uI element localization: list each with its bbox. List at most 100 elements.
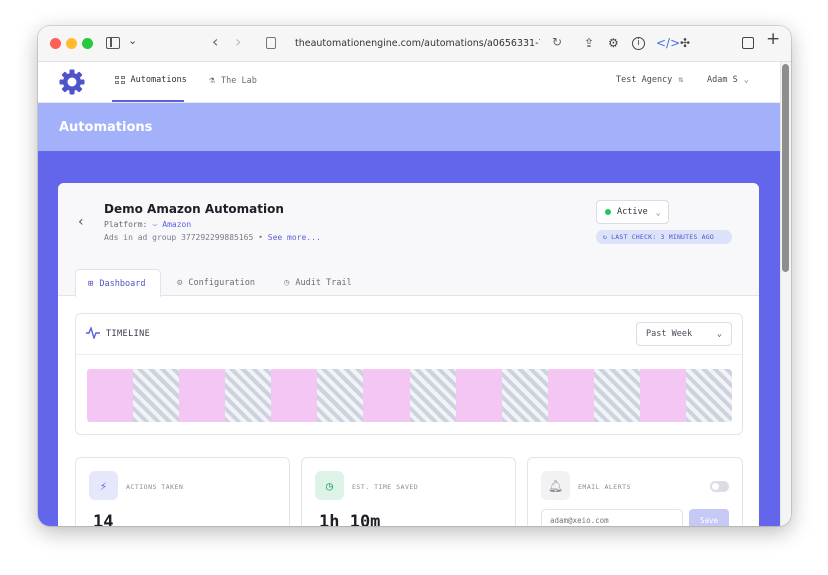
code-icon[interactable]: </> [656,35,680,51]
minimize-window-button[interactable] [66,38,77,49]
nav-tab-automations[interactable]: Automations [115,75,187,85]
timeline-segment-idle[interactable] [225,369,271,422]
automation-card: ‹ Demo Amazon Automation Platform: ⌣ Ama… [58,183,759,526]
see-more-link[interactable]: See more... [268,233,321,242]
info-icon[interactable]: i [632,37,645,50]
timeline-title: TIMELINE [106,329,151,339]
timeline-segment-active[interactable] [271,369,317,422]
gear-icon: ⚙ [177,277,183,288]
agency-name: Test Agency [616,75,673,85]
tab-label: Dashboard [99,278,146,289]
user-name: Adam S [707,75,738,85]
ad-group-text: Ads in ad group 377292299885165 • [104,233,263,242]
user-menu[interactable]: Adam S ⌄ [707,75,749,85]
gear-logo-icon[interactable] [58,68,86,96]
timeline-header: TIMELINE Past Week ⌄ [76,314,742,355]
tab-label: Configuration [188,277,255,288]
nav-tab-label: Automations [130,75,187,85]
sidebar-icon [106,37,120,49]
platform-line: Platform: ⌣ Amazon [104,220,191,230]
save-email-button[interactable]: Save [689,509,729,526]
timeline-segment-active[interactable] [179,369,225,422]
automation-title: Demo Amazon Automation [104,202,284,216]
time-range-value: Past Week [646,329,693,339]
time-saved-label: EST. TIME SAVED [352,483,419,491]
dashboard-grid-icon: ⊞ [88,278,94,289]
time-saved-card: ◷ EST. TIME SAVED 1h 10m [301,457,516,526]
forward-button[interactable]: › [235,32,241,52]
timeline-segment-idle[interactable] [133,369,179,422]
email-alerts-card: 🔔︎ EMAIL ALERTS Save [527,457,743,526]
share-icon[interactable]: ⇪ [584,35,594,51]
sidebar-toggle-button[interactable]: ⌄ [106,34,142,52]
grid-icon [115,76,125,84]
last-check-badge: ↻ LAST CHECK: 3 MINUTES AGO [596,230,732,244]
refresh-icon: ↻ [603,233,608,241]
status-select[interactable]: Active ⌄ [596,200,669,224]
bell-icon: 🔔︎ [541,471,570,500]
timeline-segment-idle[interactable] [686,369,732,422]
amazon-icon: ⌣ [152,220,158,229]
url-text: theautomationengine.com/automations/a065… [295,37,540,49]
zoom-window-button[interactable] [82,38,93,49]
page-icon [266,37,276,49]
tab-label: Audit Trail [295,277,352,288]
nav-tab-the-lab[interactable]: ⚗ The Lab [209,75,257,86]
status-dot [605,209,611,215]
timeline-segment-active[interactable] [363,369,410,422]
platform-label: Platform: [104,220,148,229]
tab-audit-trail[interactable]: ◷ Audit Trail [272,269,364,296]
actions-taken-label: ACTIONS TAKEN [126,483,184,491]
timeline-segment-idle[interactable] [502,369,548,422]
tab-dashboard[interactable]: ⊞ Dashboard [75,269,161,297]
actions-taken-card: ⚡ ACTIONS TAKEN 14 [75,457,290,526]
timeline-segment-idle[interactable] [317,369,363,422]
chevron-down-icon: ⌄ [128,34,138,47]
email-input[interactable] [541,509,683,526]
back-chevron-icon[interactable]: ‹ [78,214,84,230]
chevron-down-icon: ⌄ [655,207,661,217]
chevron-down-icon: ⌄ [743,75,749,85]
time-saved-value: 1h 10m [319,512,381,526]
timeline-segment-active[interactable] [456,369,502,422]
timeline-panel: TIMELINE Past Week ⌄ [75,313,743,435]
timeline-segment-idle[interactable] [410,369,456,422]
email-alerts-toggle[interactable] [710,481,729,492]
platform-value: Amazon [162,220,192,229]
tab-configuration[interactable]: ⚙ Configuration [165,269,267,296]
chevron-down-icon: ⌄ [716,329,722,339]
page-hero: Automations [38,103,780,151]
last-check-text: LAST CHECK: 3 MINUTES AGO [611,233,714,241]
sort-icon: ⇅ [678,75,684,85]
new-tab-icon[interactable]: + [766,31,780,48]
scrollbar-thumb[interactable] [782,64,789,272]
active-nav-indicator [112,100,184,102]
browser-toolbar: ⌄ ‹ › theautomationengine.com/automation… [38,26,791,62]
gear-icon[interactable]: ⚙ [608,35,619,51]
extension-icon[interactable]: ✣ [680,35,690,51]
address-bar[interactable]: theautomationengine.com/automations/a065… [258,31,568,55]
flask-icon: ⚗ [209,75,216,86]
nav-tab-label: The Lab [221,75,257,86]
bolt-icon: ⚡ [89,471,118,500]
agency-selector[interactable]: Test Agency ⇅ [616,75,683,85]
close-window-button[interactable] [50,38,61,49]
timeline-segment-active[interactable] [640,369,686,422]
history-icon: ◷ [284,277,290,288]
pulse-icon [86,327,100,339]
page-title: Automations [59,120,153,135]
tab-overview-icon[interactable] [742,37,754,49]
reload-icon[interactable]: ↻ [552,35,562,49]
timeline-segment-active[interactable] [548,369,594,422]
ad-group-line: Ads in ad group 377292299885165 • See mo… [104,233,321,242]
automation-card-header: ‹ Demo Amazon Automation Platform: ⌣ Ama… [58,183,759,296]
browser-window: ⌄ ‹ › theautomationengine.com/automation… [38,26,791,526]
clock-icon: ◷ [315,471,344,500]
actions-taken-value: 14 [93,512,114,526]
status-value: Active [617,207,648,217]
back-button[interactable]: ‹ [212,32,218,52]
time-range-select[interactable]: Past Week ⌄ [636,322,732,346]
timeline-segment-idle[interactable] [594,369,640,422]
timeline-segment-active[interactable] [87,369,133,422]
email-alerts-label: EMAIL ALERTS [578,483,631,491]
